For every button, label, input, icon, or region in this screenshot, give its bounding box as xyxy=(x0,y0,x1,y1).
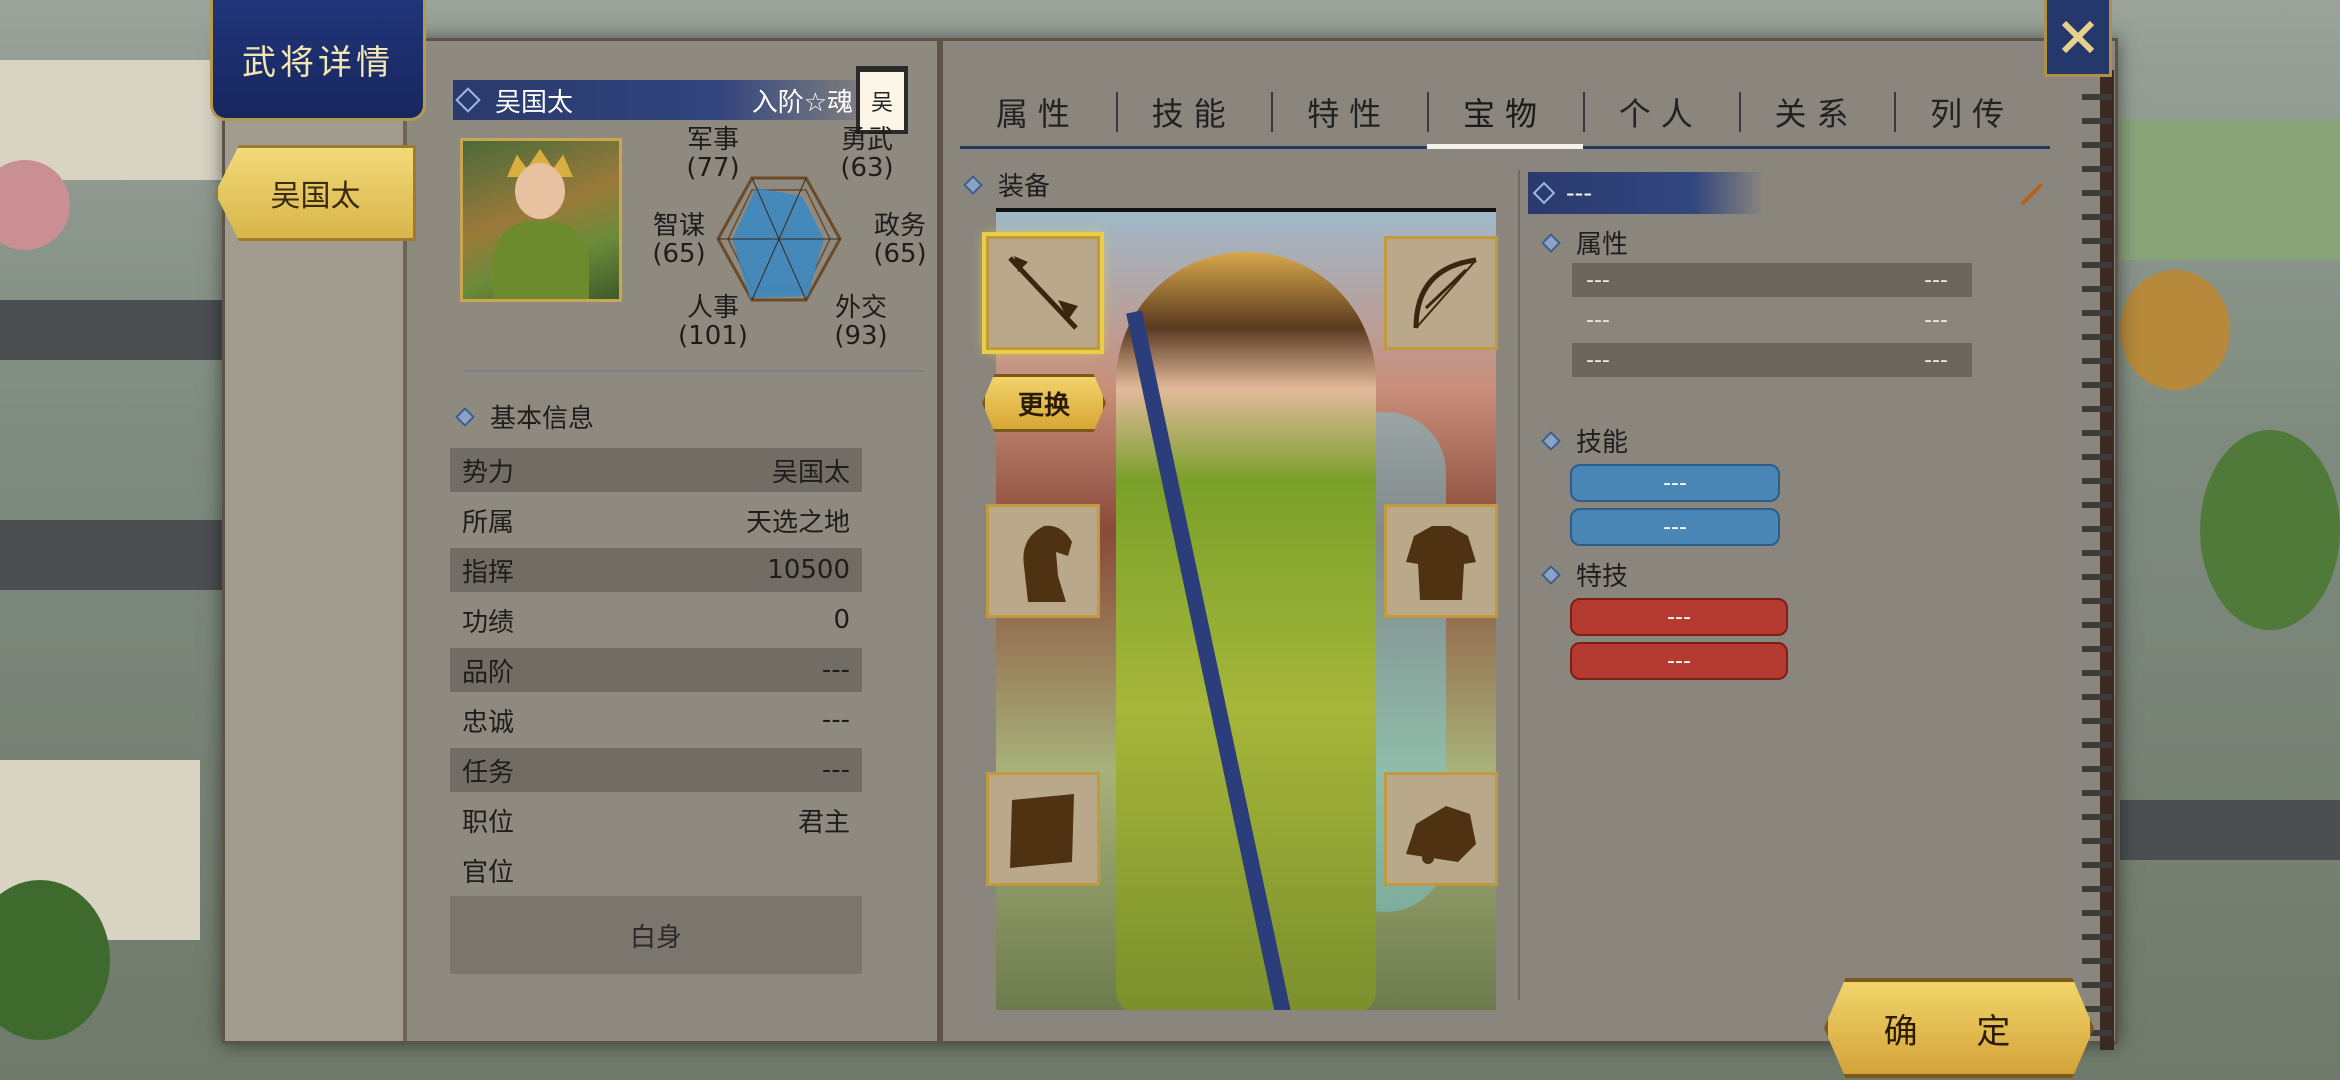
close-button[interactable] xyxy=(2044,0,2112,77)
treasure-skill-pill[interactable]: --- xyxy=(1570,464,1780,502)
info-row-loyalty: 忠诚 --- xyxy=(462,705,850,738)
treasure-special-pill[interactable]: --- xyxy=(1570,598,1788,636)
faction-flag-icon: 吴 xyxy=(856,66,908,134)
bg-roof xyxy=(0,520,230,590)
info-row-affiliation: 所属 天选之地 xyxy=(462,507,850,538)
item-icon xyxy=(1406,806,1476,864)
treasure-attr-heading: 属性 xyxy=(1541,224,1628,261)
equip-slot-bow[interactable] xyxy=(1384,236,1498,350)
hero-portrait[interactable] xyxy=(460,138,622,302)
bg-tree xyxy=(2200,430,2340,630)
info-row-command: 指挥 10500 xyxy=(450,548,862,592)
info-row-office: 官位 xyxy=(462,857,515,888)
treasure-name: --- xyxy=(1566,179,1592,207)
hero-name: 吴国太 xyxy=(495,87,574,118)
diamond-icon xyxy=(1541,430,1561,451)
stat-radar-fill xyxy=(732,188,824,298)
diamond-icon xyxy=(1541,232,1561,253)
art-figure xyxy=(1116,252,1376,1010)
basic-info-heading: 基本信息 xyxy=(455,398,594,435)
divider xyxy=(464,370,924,372)
close-icon xyxy=(2061,20,2095,54)
confirm-button[interactable]: 确 定 xyxy=(1824,978,2094,1078)
diamond-icon xyxy=(1541,564,1561,585)
treasure-attr-row: --- --- xyxy=(1586,307,1948,333)
halberd-icon xyxy=(1008,256,1078,330)
treasure-attr-row: --- --- xyxy=(1572,343,1972,377)
diamond-icon xyxy=(455,406,475,427)
tab-traits[interactable]: 特性 xyxy=(1271,78,1427,146)
equip-slot-armor[interactable] xyxy=(1384,504,1498,618)
bow-icon xyxy=(1413,257,1477,329)
divider xyxy=(1518,170,1520,1000)
treasure-attr-row: --- --- xyxy=(1572,263,1972,297)
tab-biography[interactable]: 列传 xyxy=(1894,78,2050,146)
equip-slot-horse[interactable] xyxy=(986,504,1100,618)
stat-politics: 政务 (65) xyxy=(873,211,927,269)
diamond-icon xyxy=(1532,181,1556,205)
swap-equipment-button[interactable]: 更换 xyxy=(982,374,1106,432)
bg-field xyxy=(2120,120,2340,260)
hero-rank: 入阶☆魂 xyxy=(751,87,853,118)
bg-roof xyxy=(2120,800,2340,860)
bg-tree xyxy=(2120,270,2230,390)
tab-attributes[interactable]: 属性 xyxy=(960,78,1116,146)
general-list-item-selected[interactable]: 吴国太 xyxy=(215,145,416,241)
info-row-merit: 功绩 0 xyxy=(462,605,850,638)
tab-relations[interactable]: 关系 xyxy=(1738,78,1895,146)
horse-icon xyxy=(1023,525,1072,602)
edit-pen-icon[interactable] xyxy=(2018,180,2046,208)
treasure-name-bar: --- xyxy=(1528,172,1764,214)
tab-treasures[interactable]: 宝物 xyxy=(1427,78,1583,149)
bg-roof xyxy=(0,300,230,360)
armor-icon xyxy=(1406,526,1476,600)
equip-slot-treasure[interactable] xyxy=(1384,772,1498,886)
treasure-skill-pill[interactable]: --- xyxy=(1570,508,1780,546)
detail-tabs: 属性 技能 特性 宝物 个人 关系 列传 xyxy=(960,78,2050,149)
stat-strategy: 智谋 (65) xyxy=(652,211,706,269)
portrait-head xyxy=(515,163,565,219)
office-value: 白身 xyxy=(450,896,862,974)
stat-radar-chart xyxy=(716,176,842,302)
hero-name-bar: 吴国太 入阶☆魂 xyxy=(453,80,893,120)
portrait-body xyxy=(493,221,589,299)
info-row-position: 职位 君主 xyxy=(462,807,850,838)
tab-personal[interactable]: 个人 xyxy=(1582,78,1739,146)
book-binding xyxy=(2082,70,2112,1050)
info-row-task: 任务 --- xyxy=(450,748,862,792)
tab-skills[interactable]: 技能 xyxy=(1115,78,1272,146)
treasure-skill-heading: 技能 xyxy=(1541,422,1628,459)
diamond-icon xyxy=(455,87,481,113)
info-row-faction: 势力 吴国太 xyxy=(450,448,862,492)
info-row-grade: 品阶 --- xyxy=(450,648,862,692)
equip-slot-book[interactable] xyxy=(986,772,1100,886)
scroll-icon xyxy=(1010,794,1074,868)
page-title: 武将详情 xyxy=(210,0,426,121)
equipment-heading: 装备 xyxy=(963,166,1050,203)
treasure-special-pill[interactable]: --- xyxy=(1570,642,1788,680)
equip-slot-weapon[interactable] xyxy=(986,236,1100,350)
diamond-icon xyxy=(963,174,983,195)
treasure-special-heading: 特技 xyxy=(1541,556,1628,593)
